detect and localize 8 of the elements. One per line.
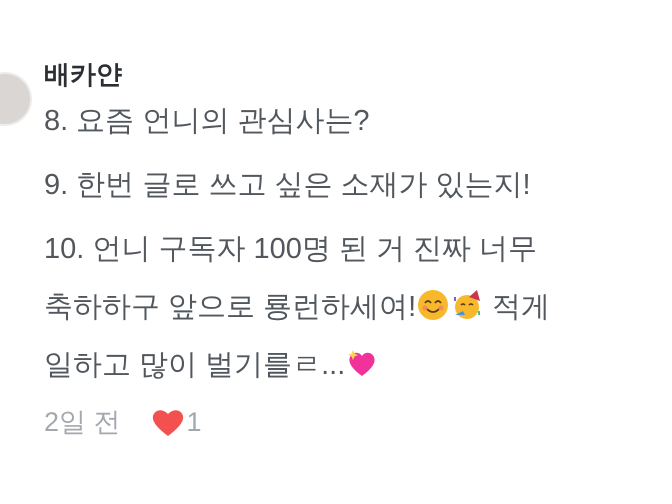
comment-text: 10. 언니 구독자 100명 된 거 진짜 너무 축하하구 앞으로 룡런하세여! 적게 일하고 많이 벌기를ㄹ... (44, 232, 552, 383)
author-name: 배카얀 (44, 58, 123, 91)
smiling-face-icon (417, 289, 450, 321)
comment-text: 9. 한번 글로 쓰고 싶은 소재가 있는지! (44, 168, 532, 203)
heart-icon[interactable] (150, 407, 185, 437)
comment-text: 8. 요즘 언니의 관심사는? (44, 104, 370, 139)
timestamp: 2일 전 (44, 406, 121, 439)
like-count: 1 (186, 406, 202, 438)
